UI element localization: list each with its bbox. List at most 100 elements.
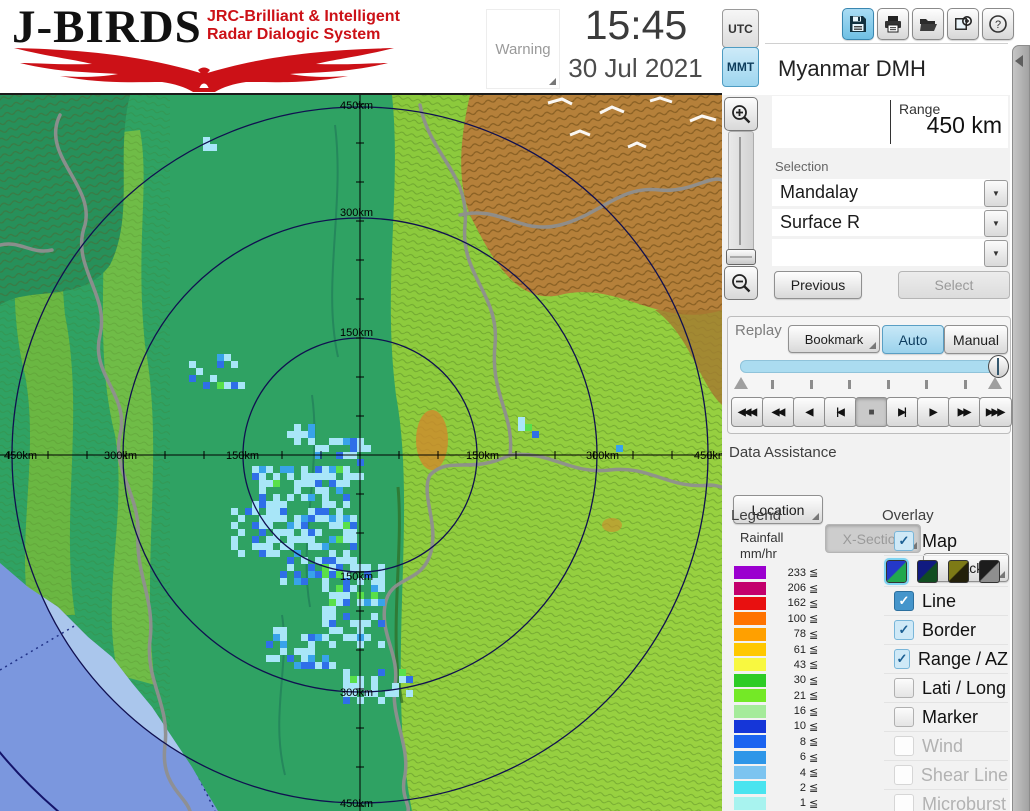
map-style-swatch[interactable] (948, 559, 969, 583)
data-assistance-label: Data Assistance (729, 444, 837, 461)
svg-text:450km: 450km (694, 450, 722, 462)
save-button[interactable] (842, 8, 874, 40)
zoom-slider-track[interactable] (728, 131, 754, 265)
map-style-swatch[interactable] (917, 559, 938, 583)
forward-fast-button[interactable]: ▶▶▶ (979, 397, 1012, 427)
play-button[interactable]: ▶ (917, 397, 950, 427)
checkbox-icon[interactable]: ✓ (894, 649, 910, 669)
warning-label: Warning (495, 40, 551, 58)
map-style-swatch[interactable] (979, 559, 1000, 583)
slider-tick (771, 380, 774, 389)
print-icon (885, 16, 901, 33)
legend-color-swatch (734, 658, 766, 672)
legend-value: 6 (799, 751, 806, 764)
mmt-button[interactable]: MMT (722, 47, 759, 87)
legend-color-swatch (734, 581, 766, 595)
checkbox-icon[interactable] (894, 678, 914, 698)
slider-start-marker[interactable] (734, 377, 748, 389)
checkbox-icon[interactable]: ✓ (894, 531, 914, 551)
legend-entry: 206 ≦ (734, 580, 864, 595)
checkbox-icon[interactable] (894, 794, 914, 811)
auto-button[interactable]: Auto (882, 325, 944, 354)
zoom-in-button[interactable] (724, 97, 758, 131)
radar-map[interactable]: 450km 300km 150km 150km 300km 450km 450k… (0, 95, 722, 811)
legend-value: 4 (799, 766, 806, 779)
legend-operator: ≦ (809, 597, 819, 610)
legend-entry: 162 ≦ (734, 596, 864, 611)
legend-unit-label: mm/hr (740, 546, 777, 561)
overlay-item-marker[interactable]: Marker (884, 703, 1008, 732)
zoom-slider-handle[interactable] (726, 249, 756, 265)
legend-color-swatch (734, 627, 766, 641)
map-style-swatch[interactable] (884, 557, 909, 585)
add-image-button[interactable] (947, 8, 979, 40)
svg-text:300km: 300km (340, 207, 373, 219)
open-folder-icon (920, 19, 937, 31)
svg-text:450km: 450km (340, 100, 373, 112)
overlay-item-line[interactable]: ✓ Line (884, 587, 1008, 616)
rewind-button[interactable]: ◀◀ (762, 397, 795, 427)
overlay-item-wind[interactable]: Wind (884, 732, 1008, 761)
rewind-fast-button[interactable]: ◀◀◀ (731, 397, 764, 427)
step-forward-button[interactable]: ▶| (886, 397, 919, 427)
checkbox-icon[interactable]: ✓ (894, 591, 914, 611)
overlay-item-shear-line[interactable]: Shear Line (884, 761, 1008, 790)
panel-collapse-strip[interactable] (1012, 45, 1030, 811)
checkbox-icon[interactable] (894, 765, 913, 785)
print-button[interactable] (877, 8, 909, 40)
legend-color-swatch (734, 750, 766, 764)
legend-entry: 43 ≦ (734, 657, 864, 672)
legend-value: 233 (787, 566, 806, 579)
legend-value: 100 (787, 612, 806, 625)
legend-color-swatch (734, 643, 766, 657)
checkbox-icon[interactable] (894, 707, 914, 727)
slider-end-marker[interactable] (988, 377, 1002, 389)
legend-entry: 8 ≦ (734, 734, 864, 749)
replay-slider-handle[interactable] (988, 355, 1009, 378)
site-dropdown[interactable]: Mandalay (772, 179, 990, 206)
legend-operator: ≦ (809, 797, 819, 810)
overlay-item-border[interactable]: ✓ Border (884, 616, 1008, 645)
zoom-out-button[interactable] (724, 266, 758, 300)
overlay-item-lati-long[interactable]: Lati / Long (884, 674, 1008, 703)
overlay-label: Wind (922, 735, 964, 756)
clock-time: 15:45 (584, 2, 688, 48)
previous-button[interactable]: Previous (774, 271, 862, 299)
site-dropdown-arrow[interactable]: ▼ (984, 180, 1008, 207)
overlay-label: Lati / Long (922, 677, 1007, 698)
legend-color-swatch (734, 796, 766, 810)
utc-button[interactable]: UTC (722, 9, 759, 48)
checkbox-icon[interactable]: ✓ (894, 620, 914, 640)
select-button[interactable]: Select (898, 271, 1010, 299)
stop-button[interactable]: ■ (855, 397, 888, 427)
legend-color-swatch (734, 719, 766, 733)
help-button[interactable]: ? (982, 8, 1014, 40)
checkbox-icon[interactable] (894, 736, 914, 756)
option-dropdown[interactable] (772, 239, 990, 266)
bookmark-button[interactable]: Bookmark (788, 325, 880, 353)
step-back-button[interactable]: |◀ (824, 397, 857, 427)
overlay-item-map[interactable]: ✓ Map (884, 527, 1008, 556)
slider-tick (809, 380, 813, 389)
legend-entry: 233 ≦ (734, 565, 864, 580)
forward-button[interactable]: ▶▶ (948, 397, 981, 427)
legend-color-swatch (734, 704, 766, 718)
play-reverse-button[interactable]: ◀ (793, 397, 826, 427)
overlay-item-microburst[interactable]: Microburst (884, 790, 1008, 811)
legend-operator: ≦ (809, 613, 819, 626)
manual-button[interactable]: Manual (944, 325, 1008, 354)
legend-value: 8 (799, 735, 806, 748)
legend-operator: ≦ (809, 582, 819, 595)
legend-color-swatch (734, 766, 766, 780)
option-dropdown-arrow[interactable]: ▼ (984, 240, 1008, 267)
open-folder-button[interactable] (912, 8, 944, 40)
product-dropdown-arrow[interactable]: ▼ (984, 210, 1008, 237)
replay-slider-track[interactable] (740, 360, 1002, 373)
overlay-label: Border (922, 619, 977, 640)
legend-color-swatch (734, 673, 766, 687)
header-bar: J-BIRDS JRC-Brilliant & Intelligent Rada… (0, 0, 1030, 95)
svg-text:300km: 300km (340, 687, 373, 699)
legend-operator: ≦ (809, 628, 819, 641)
overlay-item-range-az[interactable]: ✓ Range / AZ (884, 645, 1008, 674)
product-dropdown[interactable]: Surface R (772, 209, 990, 236)
